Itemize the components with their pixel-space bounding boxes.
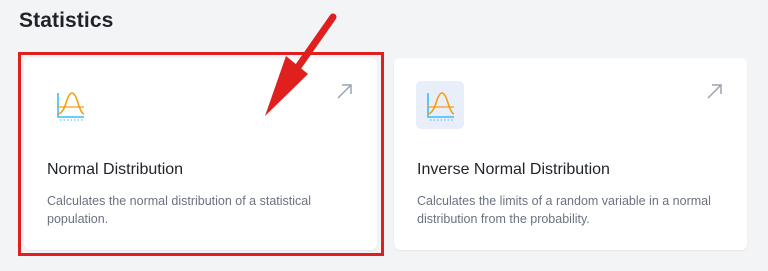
card-description: Calculates the normal distribution of a … [47,194,312,226]
card-title: Normal Distribution [47,161,184,178]
normal-curve-icon [416,81,464,129]
external-arrow-icon[interactable] [706,83,723,100]
card-description: Calculates the limits of a random variab… [417,194,711,226]
card-title: Inverse Normal Distribution [417,161,610,178]
normal-curve-icon [46,81,94,129]
section-title: Statistics [19,9,114,32]
card-inverse-normal-distribution[interactable]: Inverse Normal Distribution Calculates t… [394,58,747,250]
external-arrow-icon[interactable] [336,83,353,100]
card-normal-distribution[interactable]: Normal Distribution Calculates the norma… [24,58,377,250]
